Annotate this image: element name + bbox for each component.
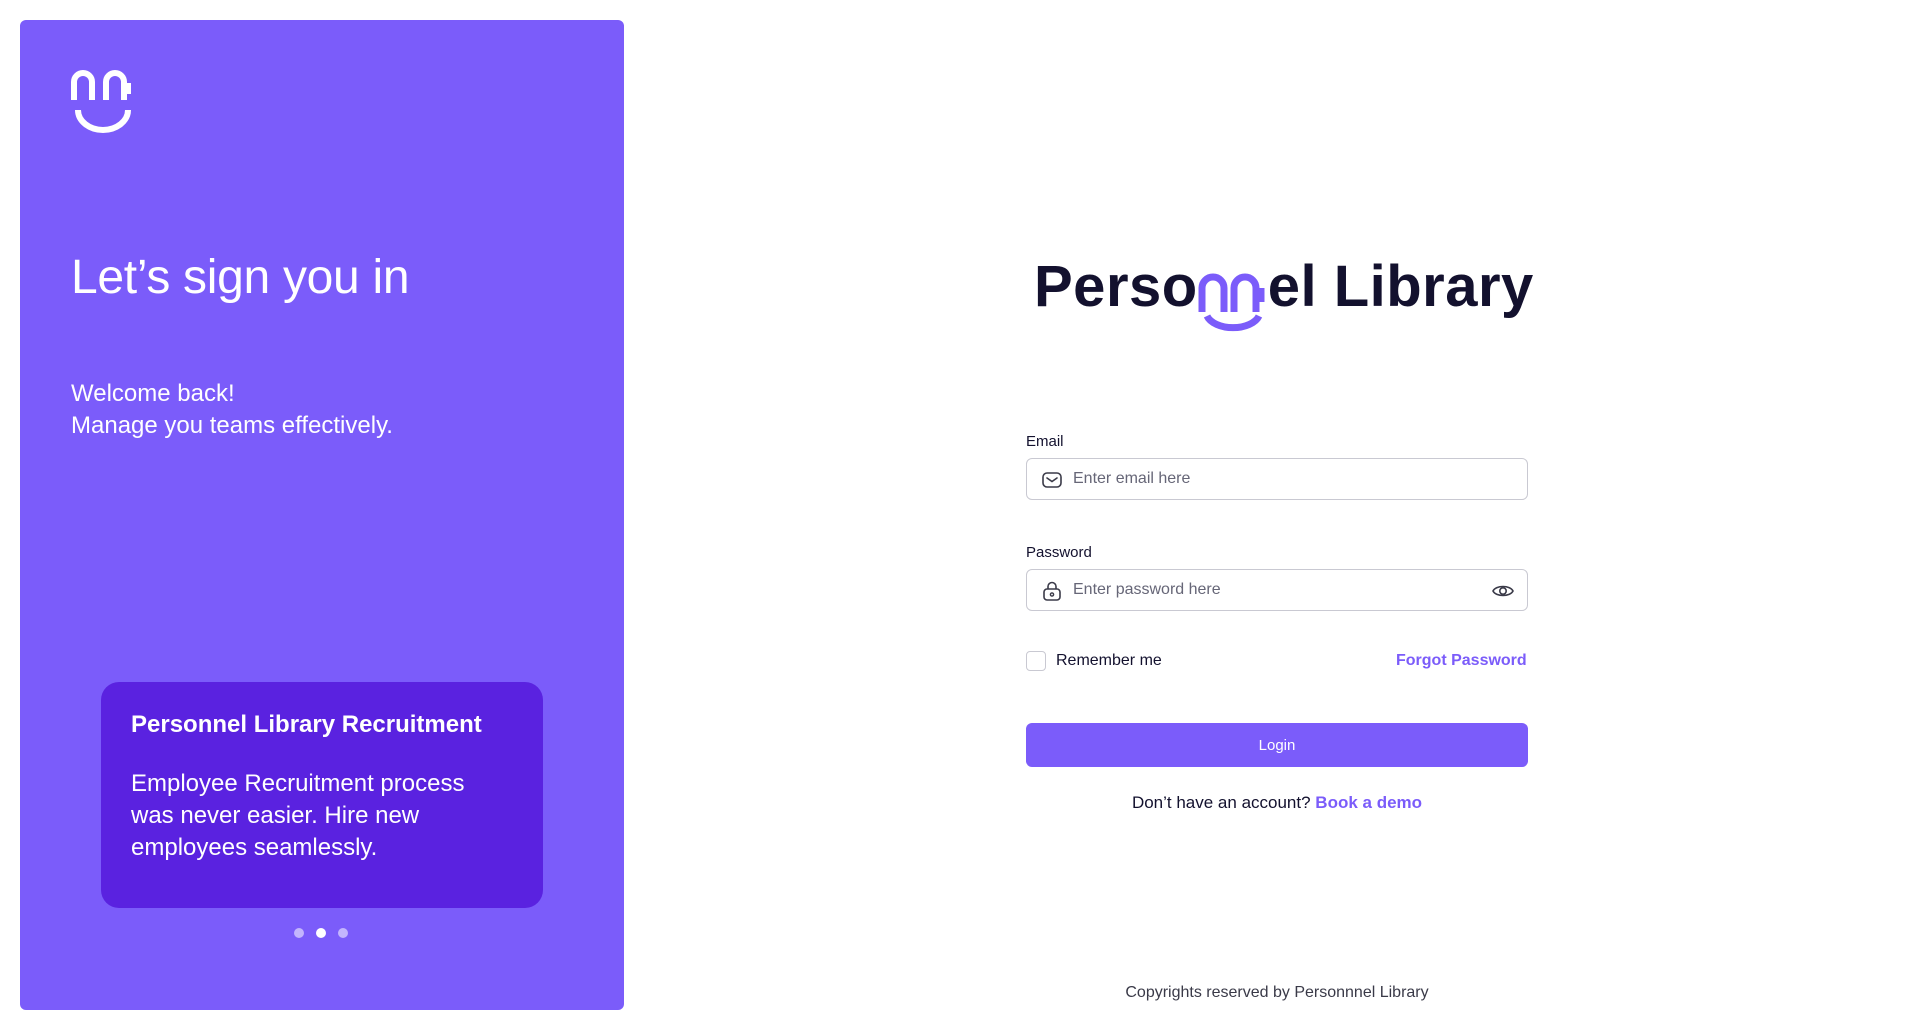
eye-icon[interactable] bbox=[1491, 580, 1515, 602]
promo-card-text: Employee Recruitment process was never e… bbox=[131, 770, 465, 861]
mail-icon bbox=[1042, 472, 1062, 488]
login-button[interactable]: Login bbox=[1026, 723, 1528, 767]
promo-card: Personnel Library Recruitment Employee R… bbox=[101, 682, 543, 908]
carousel-dot-3[interactable] bbox=[338, 928, 348, 938]
logo-text-part-1: Perso bbox=[1034, 254, 1198, 319]
book-demo-link[interactable]: Book a demo bbox=[1315, 793, 1422, 812]
welcome-line-1: Welcome back! bbox=[71, 380, 235, 407]
welcome-text: Welcome back! Manage you teams effective… bbox=[71, 378, 393, 442]
promo-card-title: Personnel Library Recruitment bbox=[131, 711, 482, 738]
remember-me-label: Remember me bbox=[1056, 652, 1162, 669]
remember-me[interactable]: Remember me bbox=[1026, 651, 1162, 671]
footer-copyright: Copyrights reserved by Personnnel Librar… bbox=[1125, 984, 1429, 1001]
signup-prompt: Don’t have an account? bbox=[1131, 793, 1316, 812]
lock-icon bbox=[1043, 581, 1061, 601]
email-field-box[interactable] bbox=[1026, 458, 1528, 500]
headline: Let’s sign you in bbox=[71, 251, 410, 304]
password-label: Password bbox=[1026, 544, 1092, 561]
email-label: Email bbox=[1026, 433, 1064, 450]
signup-row: Don’t have an account? Book a demo bbox=[1026, 793, 1528, 813]
logo-text-part-2: el Library bbox=[1267, 254, 1534, 319]
remember-me-checkbox[interactable] bbox=[1026, 651, 1046, 671]
app-logo: Perso el Library bbox=[1034, 252, 1534, 332]
left-panel: Let’s sign you in Welcome back! Manage y… bbox=[20, 20, 624, 1010]
smile-logo-icon bbox=[71, 70, 131, 133]
email-input[interactable] bbox=[1073, 459, 1473, 499]
carousel-dot-1[interactable] bbox=[294, 928, 304, 938]
logo-smile-icon bbox=[1198, 252, 1268, 332]
password-input[interactable] bbox=[1073, 570, 1473, 610]
welcome-line-2: Manage you teams effectively. bbox=[71, 412, 393, 439]
password-field-box[interactable] bbox=[1026, 569, 1528, 611]
carousel-dot-2[interactable] bbox=[316, 928, 326, 938]
carousel-dots bbox=[294, 928, 348, 938]
forgot-password-link[interactable]: Forgot Password bbox=[1396, 652, 1527, 670]
